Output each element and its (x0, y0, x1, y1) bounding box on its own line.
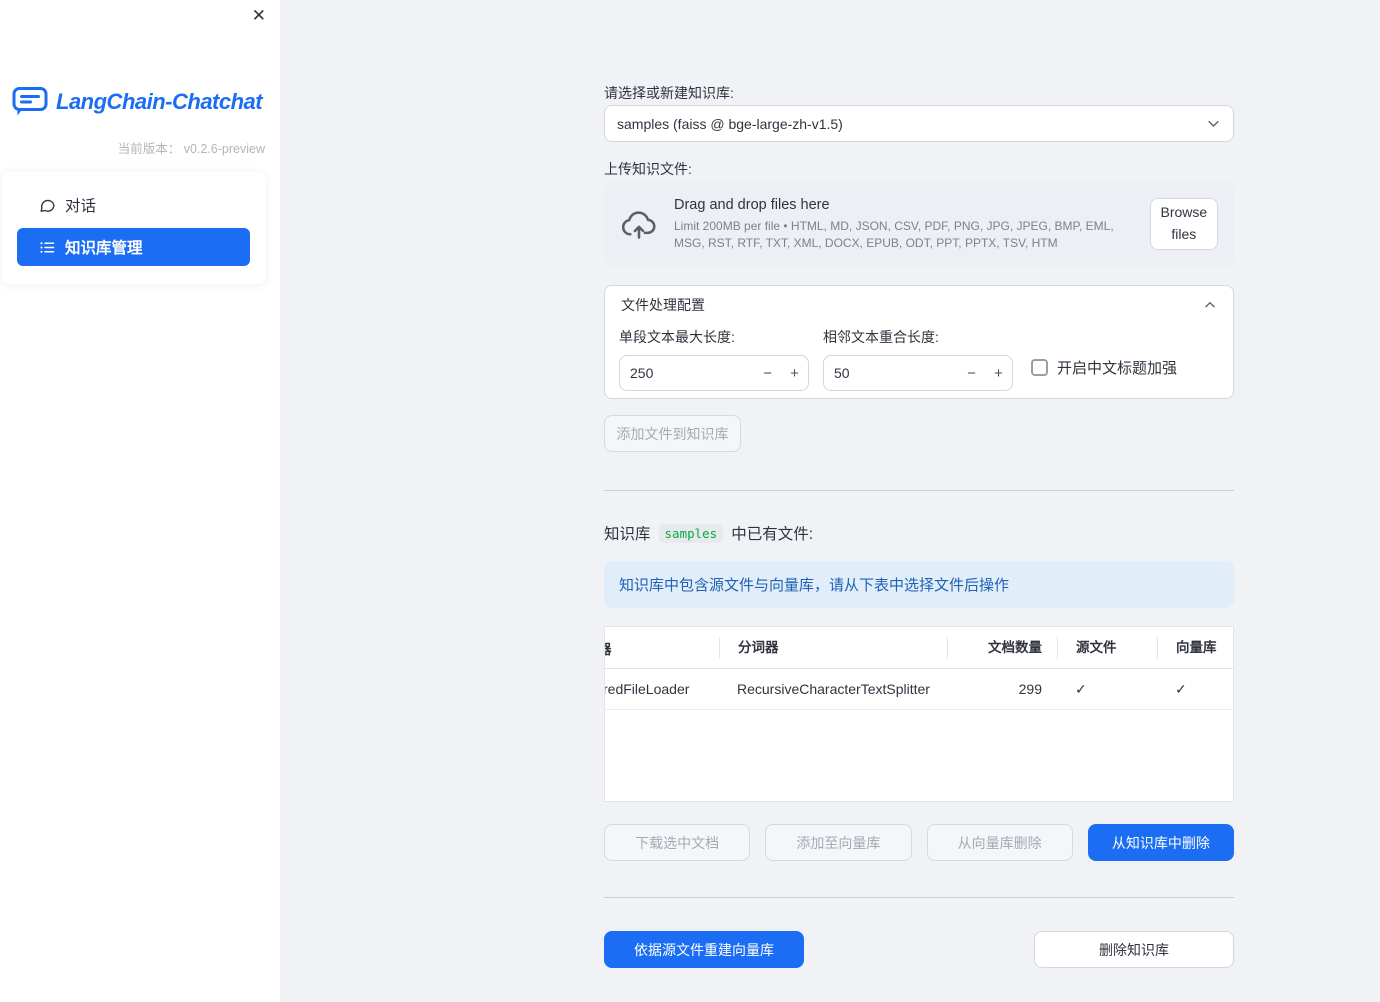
expander-title: 文件处理配置 (621, 297, 705, 313)
chunk-size-input[interactable] (620, 365, 730, 381)
cell-doc-count: 299 (1018, 681, 1042, 697)
divider (604, 897, 1234, 898)
add-files-button[interactable]: 添加文件到知识库 (604, 415, 741, 452)
kb-select-value: samples (faiss @ bge-large-zh-v1.5) (617, 115, 843, 132)
info-banner: 知识库中包含源文件与向量库，请从下表中选择文件后操作 (604, 561, 1234, 608)
sidebar-item-knowledge-base[interactable]: 知识库管理 (17, 228, 250, 266)
zh-title-enhance-checkbox[interactable]: 开启中文标题加强 (1031, 357, 1177, 378)
plus-icon[interactable]: + (781, 365, 808, 382)
sidebar-item-label: 对话 (65, 198, 97, 215)
kb-files-heading: 知识库 samples 中已有文件: (604, 522, 1234, 544)
chevron-down-icon (1206, 116, 1221, 131)
expander-header[interactable]: 文件处理配置 (605, 286, 1233, 324)
plus-icon[interactable]: + (985, 365, 1012, 382)
chunk-size-field: 单段文本最大长度: − + (619, 327, 809, 391)
main-content: 请选择或新建知识库: samples (faiss @ bge-large-zh… (280, 0, 1380, 1002)
table-header: 器 分词器 文档数量 源文件 向量库 (605, 627, 1233, 669)
checkbox-icon (1031, 359, 1048, 376)
checkbox-label: 开启中文标题加强 (1057, 360, 1178, 377)
table-actions: 下载选中文档 添加至向量库 从向量库删除 从知识库中删除 (604, 824, 1234, 861)
divider (604, 490, 1234, 491)
version-label: 当前版本： (117, 142, 181, 156)
rebuild-vector-store-button[interactable]: 依据源文件重建向量库 (604, 931, 804, 968)
download-selected-button[interactable]: 下载选中文档 (604, 824, 751, 861)
table-row[interactable]: redFileLoader RecursiveCharacterTextSpli… (605, 669, 1233, 710)
col-vector-store: 向量库 (1157, 636, 1233, 659)
col-source-file: 源文件 (1057, 636, 1157, 659)
cell-vector-check: ✓ (1175, 680, 1187, 697)
version-text: 当前版本： v0.2.6-preview (118, 138, 265, 157)
overlap-input[interactable] (824, 365, 934, 381)
minus-icon[interactable]: − (754, 365, 781, 382)
file-dropzone[interactable]: Drag and drop files here Limit 200MB per… (604, 182, 1234, 266)
delete-kb-button[interactable]: 删除知识库 (1034, 931, 1234, 968)
overlap-stepper: − + (823, 355, 1013, 391)
logo: LangChain-Chatchat (12, 86, 263, 117)
sidebar-item-chat[interactable]: 对话 (17, 186, 250, 224)
minus-icon[interactable]: − (958, 365, 985, 382)
list-icon (39, 239, 56, 256)
col-loader: 器 (605, 638, 719, 658)
logo-text: LangChain-Chatchat (56, 88, 263, 114)
overlap-field: 相邻文本重合长度: − + (823, 327, 1013, 391)
cloud-upload-icon (620, 208, 658, 240)
overlap-label: 相邻文本重合长度: (823, 329, 939, 345)
col-doc-count: 文档数量 (947, 636, 1057, 659)
dropzone-limit-text: Limit 200MB per file • HTML, MD, JSON, C… (674, 219, 1114, 250)
col-splitter: 分词器 (719, 636, 947, 659)
delete-from-vector-button[interactable]: 从向量库删除 (926, 824, 1073, 861)
dropzone-text: Drag and drop files here Limit 200MB per… (674, 197, 1134, 250)
kb-files-prefix: 知识库 (604, 526, 651, 543)
chunk-size-label: 单段文本最大长度: (619, 329, 735, 345)
files-table: 器 分词器 文档数量 源文件 向量库 redFileLoader Recursi… (604, 626, 1234, 802)
chunk-size-stepper: − + (619, 355, 809, 391)
version-value: v0.2.6-preview (183, 142, 265, 156)
close-icon[interactable]: ✕ (252, 7, 266, 24)
sidebar-menu: 对话 知识库管理 (2, 172, 266, 284)
chevron-up-icon (1203, 298, 1217, 312)
browse-files-button[interactable]: Browse files (1149, 198, 1218, 250)
sidebar-item-label: 知识库管理 (65, 240, 143, 257)
add-to-vector-button[interactable]: 添加至向量库 (765, 824, 912, 861)
kb-select-label: 请选择或新建知识库: (604, 85, 734, 101)
sidebar: ✕ LangChain-Chatchat 当前版本： v0.2.6-previe… (0, 0, 280, 1002)
kb-files-suffix: 中已有文件: (731, 526, 814, 543)
info-text: 知识库中包含源文件与向量库，请从下表中选择文件后操作 (619, 577, 1010, 594)
dropzone-title: Drag and drop files here (674, 197, 830, 214)
upload-label: 上传知识文件: (604, 161, 692, 177)
cell-loader: redFileLoader (605, 681, 690, 697)
cell-source-check: ✓ (1075, 680, 1087, 697)
cell-splitter: RecursiveCharacterTextSplitter (737, 681, 930, 697)
chat-bubble-icon (39, 197, 56, 214)
file-config-expander: 文件处理配置 单段文本最大长度: − + 相邻文本重合长度: − + (604, 285, 1234, 399)
kb-name-code: samples (658, 523, 724, 543)
delete-from-kb-button[interactable]: 从知识库中删除 (1087, 824, 1234, 861)
app: ✕ LangChain-Chatchat 当前版本： v0.2.6-previe… (0, 0, 1380, 1002)
logo-chat-icon (12, 86, 48, 117)
kb-select[interactable]: samples (faiss @ bge-large-zh-v1.5) (604, 105, 1234, 142)
